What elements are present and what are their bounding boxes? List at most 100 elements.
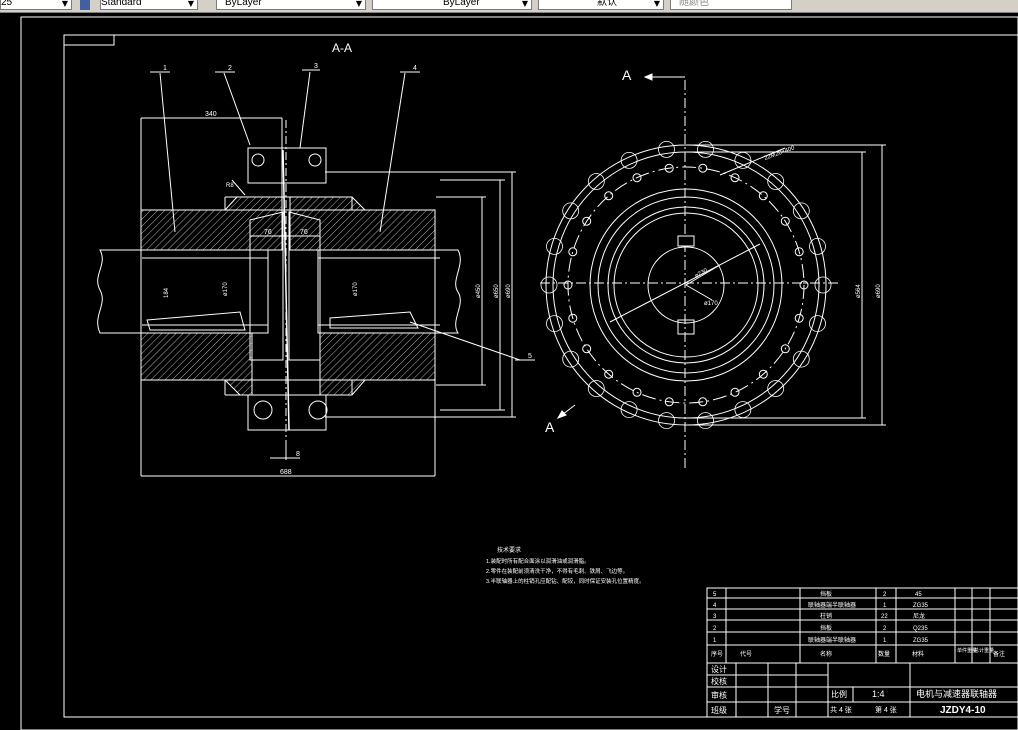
bom-row-4-material: ZG35 — [913, 603, 929, 609]
tb-review: 审核 — [711, 690, 727, 700]
pin-boss — [620, 151, 638, 169]
linetype-combo[interactable]: ByLayer — [372, 0, 532, 10]
dim-690-end: ø690 — [876, 284, 882, 298]
text-style-icon[interactable] — [80, 0, 90, 10]
bom-row-2-name: 挡板 — [820, 624, 832, 632]
layer-combo-value: ByLayer — [225, 0, 262, 8]
bom-row-3-qty: 22 — [881, 614, 888, 620]
dim-170-right: ø170 — [353, 282, 359, 296]
dim-688: 688 — [280, 469, 292, 476]
layer-combo[interactable]: ByLayer — [216, 0, 366, 10]
pin-boss — [697, 412, 714, 430]
dim-bolt: 22M20×400 — [764, 145, 797, 162]
bom-row-1-material: ZG35 — [913, 638, 929, 644]
dim-564: ø564 — [856, 284, 862, 298]
tb-scale: 1:4 — [872, 689, 885, 699]
drawing-canvas[interactable]: A-A A A 1 2 3 4 5 340 688 8 76 76 R8 184… — [0, 13, 1018, 730]
chevron-down-icon[interactable]: ▼ — [652, 0, 662, 10]
dim-650: ø650 — [494, 284, 500, 298]
tb-total-sheets: 共 4 张 — [830, 705, 852, 714]
bom-header-qty: 数量 — [878, 650, 890, 658]
bom-row-5-material: 45 — [915, 592, 922, 598]
dim-76b: 76 — [300, 229, 308, 236]
pin-hole — [604, 191, 614, 201]
dim-184: 184 — [164, 287, 170, 298]
notes-line-3: 3.半联轴器上的柱销孔应配钻、配铰，同时保证安装孔位置精度。 — [486, 577, 645, 585]
dim-230: ø230 — [694, 267, 709, 279]
dim-170-end: ø170 — [704, 301, 718, 307]
tb-check: 校核 — [711, 676, 727, 686]
pin-boss — [809, 315, 826, 333]
dim-r8: R8 — [226, 183, 234, 189]
pin-boss — [658, 412, 675, 430]
chevron-down-icon[interactable]: ▼ — [354, 0, 364, 10]
tb-sheet-no: 第 4 张 — [875, 705, 897, 714]
bom-header-no: 序号 — [711, 650, 723, 658]
pin-boss — [620, 401, 638, 419]
section-label: A-A — [332, 41, 352, 55]
tb-scale-label: 比例 — [831, 689, 847, 699]
bom-header-total: 总计重量 — [974, 647, 994, 654]
tb-drawing-code: JZDY4-10 — [940, 705, 986, 716]
bom-row-5-name: 挡板 — [820, 590, 832, 598]
chevron-down-icon[interactable]: ▼ — [60, 0, 70, 10]
tb-student-no: 学号 — [774, 705, 790, 715]
pin-hole — [758, 191, 768, 201]
part-leader-5: 5 — [528, 353, 532, 360]
bom-row-2-no: 2 — [713, 626, 717, 632]
pin-boss — [546, 315, 563, 333]
bom-row-4-qty: 1 — [883, 603, 887, 609]
pin-boss — [697, 140, 714, 158]
bom-row-4-no: 4 — [713, 603, 717, 609]
tb-design: 设计 — [711, 664, 727, 674]
properties-toolbar: 25 ▼ Standard ▼ ByLayer ▼ ByLayer ▼ 默认 ▼… — [0, 0, 1018, 13]
lineweight-combo[interactable]: 默认 — [538, 0, 664, 10]
linetype-combo-value: ByLayer — [443, 0, 480, 8]
bom-row-1-qty: 1 — [883, 638, 887, 644]
part-leader-4: 4 — [413, 65, 417, 72]
part-leader-1: 1 — [163, 65, 167, 72]
pin-hole — [698, 163, 708, 173]
bom-row-3-name: 柱销 — [820, 612, 832, 620]
bom-row-5-qty: 2 — [883, 592, 887, 598]
view-label-top: A — [622, 67, 632, 83]
pin-hole — [730, 387, 740, 397]
bom-row-3-no: 3 — [713, 614, 717, 620]
view-label-bottom: A — [545, 419, 555, 435]
chevron-down-icon[interactable]: ▼ — [520, 0, 530, 10]
pin-boss — [814, 276, 832, 294]
bom-row-3-material: 尼龙 — [913, 612, 925, 620]
bom-row-2-material: Q235 — [913, 626, 928, 632]
pin-boss — [546, 237, 563, 255]
text-style-combo-value: Standard — [101, 0, 142, 8]
dim-8: 8 — [296, 451, 300, 458]
pin-boss — [734, 401, 752, 419]
bom-header-name: 名称 — [820, 650, 832, 658]
bom-row-4-name: 联轴器端半联轴器 — [808, 601, 856, 609]
chevron-down-icon[interactable]: ▼ — [186, 0, 196, 10]
pin-hole — [582, 344, 592, 354]
notes-line-1: 1.装配时所有配合面涂以润滑油或润滑脂。 — [486, 557, 590, 565]
dim-340: 340 — [205, 111, 217, 118]
plotstyle-combo[interactable]: 随颜色 — [670, 0, 792, 10]
tb-class: 班级 — [711, 705, 727, 715]
notes-title: 技术要求 — [497, 546, 521, 554]
bom-header-material: 材料 — [912, 650, 924, 658]
bom-header-code: 代号 — [740, 650, 752, 658]
frame-corner-box — [63, 34, 115, 46]
bom-header-note: 备注 — [993, 650, 1005, 658]
bom-row-2-qty: 2 — [883, 626, 887, 632]
lineweight-combo-value: 默认 — [597, 0, 617, 8]
dim-170-left: ø170 — [223, 282, 229, 296]
bom-row-5-no: 5 — [713, 592, 717, 598]
pin-boss — [809, 237, 826, 255]
dim-690: ø690 — [506, 284, 512, 298]
part-leader-2: 2 — [228, 65, 232, 72]
pin-boss — [540, 276, 558, 294]
dimstyle-combo-value: 25 — [1, 0, 13, 8]
notes-line-2: 2.零件在装配前须清洗干净，不得有毛刺、铁屑、飞边等。 — [486, 567, 628, 575]
end-view — [540, 73, 886, 468]
dim-76a: 76 — [264, 229, 272, 236]
part-leader-3: 3 — [314, 63, 318, 70]
text-style-combo[interactable]: Standard — [100, 0, 198, 10]
